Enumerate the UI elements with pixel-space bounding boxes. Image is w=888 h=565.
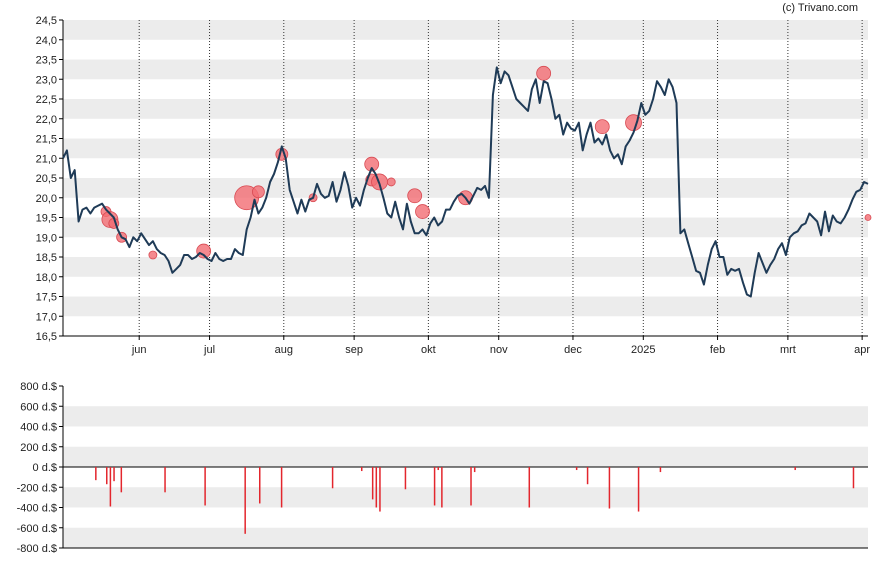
- grid-band: [63, 257, 868, 277]
- y-tick-label: 16,5: [36, 331, 57, 343]
- x-tick-label: feb: [710, 344, 725, 356]
- volume-bar: [794, 467, 796, 471]
- y-tick-label: 400 d.$: [20, 422, 57, 434]
- volume-bar: [375, 467, 378, 508]
- y-tick-label: 19,0: [36, 232, 57, 244]
- volume-bar: [404, 467, 407, 490]
- x-tick-label: dec: [564, 344, 582, 356]
- y-tick-label: 200 d.$: [20, 442, 57, 454]
- volume-bar: [470, 467, 472, 506]
- volume-bar: [204, 467, 206, 506]
- volume-bar: [258, 467, 261, 504]
- stock-chart: 16,5 17,0 17,5 18,0 18,5 19,0 19,5 20,0 20,5 21,0…: [17, 15, 872, 555]
- event-marker: [415, 204, 430, 219]
- grid-band: [63, 99, 868, 119]
- y-tick-label: -400 d.$: [17, 503, 57, 515]
- y-tick-label: 20,5: [36, 173, 57, 185]
- y-tick-label: 24,0: [36, 35, 57, 47]
- y-tick-label: 22,5: [36, 94, 57, 106]
- y-tick-label: 800 d.$: [20, 381, 57, 393]
- x-tick-label: apr: [854, 344, 870, 356]
- volume-bar: [433, 467, 436, 506]
- volume-bar: [441, 467, 443, 508]
- event-marker: [251, 185, 265, 199]
- grid-band: [63, 406, 868, 427]
- grid-band: [63, 446, 868, 467]
- volume-bar: [109, 467, 112, 507]
- volume-bar: [280, 467, 283, 508]
- grid-band: [63, 138, 868, 159]
- volume-bar: [586, 467, 589, 485]
- volume-bar: [437, 467, 439, 471]
- y-tick-label: 17,5: [36, 292, 57, 304]
- x-tick-label: aug: [275, 344, 293, 356]
- volume-bar: [473, 467, 476, 473]
- y-tick-label: -200 d.$: [17, 482, 57, 494]
- y-tick-label: 21,0: [36, 153, 57, 165]
- x-tick-label: okt: [421, 344, 436, 356]
- volume-bar: [575, 467, 578, 471]
- x-tick-label: nov: [490, 344, 508, 356]
- volume-bar: [659, 467, 662, 473]
- price-panel: 16,5 17,0 17,5 18,0 18,5 19,0 19,5 20,0 20,5 21,0…: [36, 15, 872, 356]
- y-tick-label: 20,0: [36, 193, 57, 205]
- event-marker: [594, 119, 610, 135]
- x-tick-label: jun: [131, 344, 147, 356]
- x-tick-label: 2025: [631, 344, 655, 356]
- volume-bar: [637, 467, 640, 512]
- y-tick-label: 19,5: [36, 213, 57, 225]
- y-tick-label: 22,0: [36, 114, 57, 126]
- x-tick-label: sep: [345, 344, 363, 356]
- volume-bar: [244, 467, 246, 534]
- volume-bar: [360, 467, 363, 472]
- volume-bar: [95, 467, 97, 481]
- y-tick-label: 23,0: [36, 74, 57, 86]
- volume-bar: [120, 467, 123, 493]
- volume-bar: [371, 467, 374, 500]
- y-tick-label: 18,0: [36, 272, 57, 284]
- volume-bar: [106, 467, 108, 485]
- volume-panel: 800 d.$ 600 d.$ 400 d.$ 200 d.$ 0 d.$ -200 d.…: [17, 381, 868, 555]
- y-tick-label: 18,5: [36, 252, 57, 264]
- x-tick-label: jul: [203, 344, 215, 356]
- volume-bar: [528, 467, 531, 508]
- volume-bar: [608, 467, 611, 509]
- volume-bar: [379, 467, 381, 512]
- y-tick-label: 24,5: [36, 15, 57, 27]
- volume-bar: [113, 467, 115, 482]
- grid-band: [63, 527, 868, 548]
- grid-band: [63, 59, 868, 80]
- volume-bar: [852, 467, 855, 489]
- grid-band: [63, 217, 868, 238]
- event-marker: [536, 65, 552, 81]
- grid-band: [63, 296, 868, 317]
- volume-bar: [331, 467, 334, 489]
- x-tick-label: mrt: [780, 344, 796, 356]
- grid-band: [63, 20, 868, 40]
- event-marker: [148, 250, 158, 260]
- y-tick-label: 600 d.$: [20, 401, 57, 413]
- y-tick-label: -800 d.$: [17, 543, 57, 555]
- grid-band: [63, 487, 868, 508]
- y-tick-label: 21,5: [36, 134, 57, 146]
- y-tick-label: -600 d.$: [17, 523, 57, 535]
- event-marker: [407, 188, 423, 204]
- volume-bar: [164, 467, 166, 493]
- y-tick-label: 17,0: [36, 311, 57, 323]
- event-marker: [386, 177, 396, 187]
- y-tick-label: 23,5: [36, 55, 57, 67]
- y-tick-label: 0 d.$: [33, 462, 57, 474]
- event-marker: [864, 214, 872, 221]
